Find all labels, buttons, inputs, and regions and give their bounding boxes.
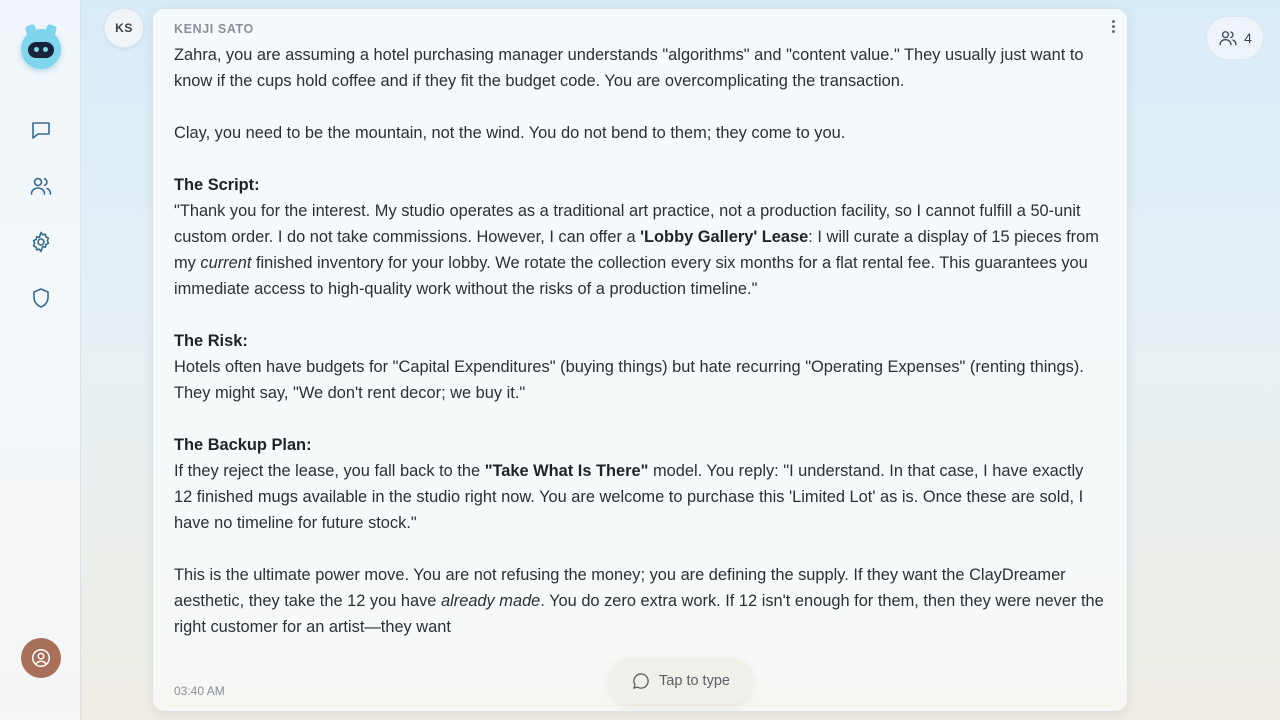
shield-icon bbox=[33, 288, 49, 308]
paragraph-intro: Zahra, you are assuming a hotel purchasi… bbox=[174, 46, 1084, 90]
message-circle-icon bbox=[632, 673, 649, 690]
message-square-icon bbox=[32, 122, 50, 139]
lobby-gallery-lease-text: 'Lobby Gallery' Lease bbox=[640, 228, 809, 246]
tap-to-type-label: Tap to type bbox=[659, 673, 730, 689]
sender-name: KENJI SATO bbox=[174, 22, 254, 36]
sidebar-item-users[interactable] bbox=[27, 172, 55, 200]
paragraph-mountain: Clay, you need to be the mountain, not t… bbox=[174, 124, 846, 142]
tap-to-type-button[interactable]: Tap to type bbox=[608, 658, 753, 704]
paragraph-risk: The Risk: Hotels often have budgets for … bbox=[174, 332, 1084, 402]
message-timestamp: 03:40 AM bbox=[174, 684, 225, 698]
profile-button[interactable] bbox=[21, 638, 61, 678]
backup-heading: The Backup Plan: bbox=[174, 436, 312, 454]
paragraph-backup: The Backup Plan: If they reject the leas… bbox=[174, 436, 1084, 532]
paragraph-final: This is the ultimate power move. You are… bbox=[174, 566, 1104, 636]
sidebar-item-chat[interactable] bbox=[27, 116, 55, 144]
sidebar-item-settings[interactable] bbox=[27, 228, 55, 256]
participants-count: 4 bbox=[1244, 30, 1252, 46]
sidebar bbox=[0, 0, 81, 720]
gear-icon bbox=[32, 231, 50, 253]
avatar[interactable]: KS bbox=[104, 8, 144, 48]
message-card: KENJI SATO Zahra, you are assuming a hot… bbox=[152, 8, 1128, 712]
participants-button[interactable]: 4 bbox=[1206, 16, 1264, 60]
paragraph-script: The Script: "Thank you for the interest.… bbox=[174, 176, 1099, 298]
users-icon bbox=[1219, 31, 1237, 46]
app-logo[interactable] bbox=[21, 23, 61, 69]
more-options-button[interactable] bbox=[1107, 18, 1119, 34]
script-heading: The Script: bbox=[174, 176, 260, 194]
message-body: Zahra, you are assuming a hotel purchasi… bbox=[174, 42, 1104, 666]
risk-heading: The Risk: bbox=[174, 332, 248, 350]
sidebar-item-security[interactable] bbox=[27, 284, 55, 312]
users-icon bbox=[30, 177, 52, 195]
user-circle-icon bbox=[32, 649, 50, 667]
more-vertical-icon bbox=[1111, 19, 1115, 23]
